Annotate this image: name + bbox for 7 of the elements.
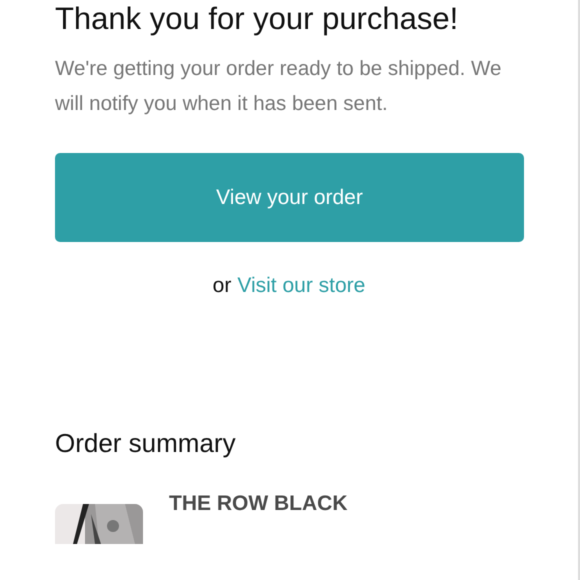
confirmation-message: We're getting your order ready to be shipped. We will notify you when it has been sent. — [55, 56, 502, 116]
product-name: THE ROW BLACK — [169, 491, 348, 517]
view-order-button[interactable]: View your order — [55, 153, 524, 242]
or-text: or — [212, 273, 232, 299]
order-summary-title: Order summary — [55, 427, 237, 460]
page-heading: Thank you for your purchase! — [55, 0, 460, 38]
visit-store-link[interactable]: Visit our store — [237, 272, 366, 300]
